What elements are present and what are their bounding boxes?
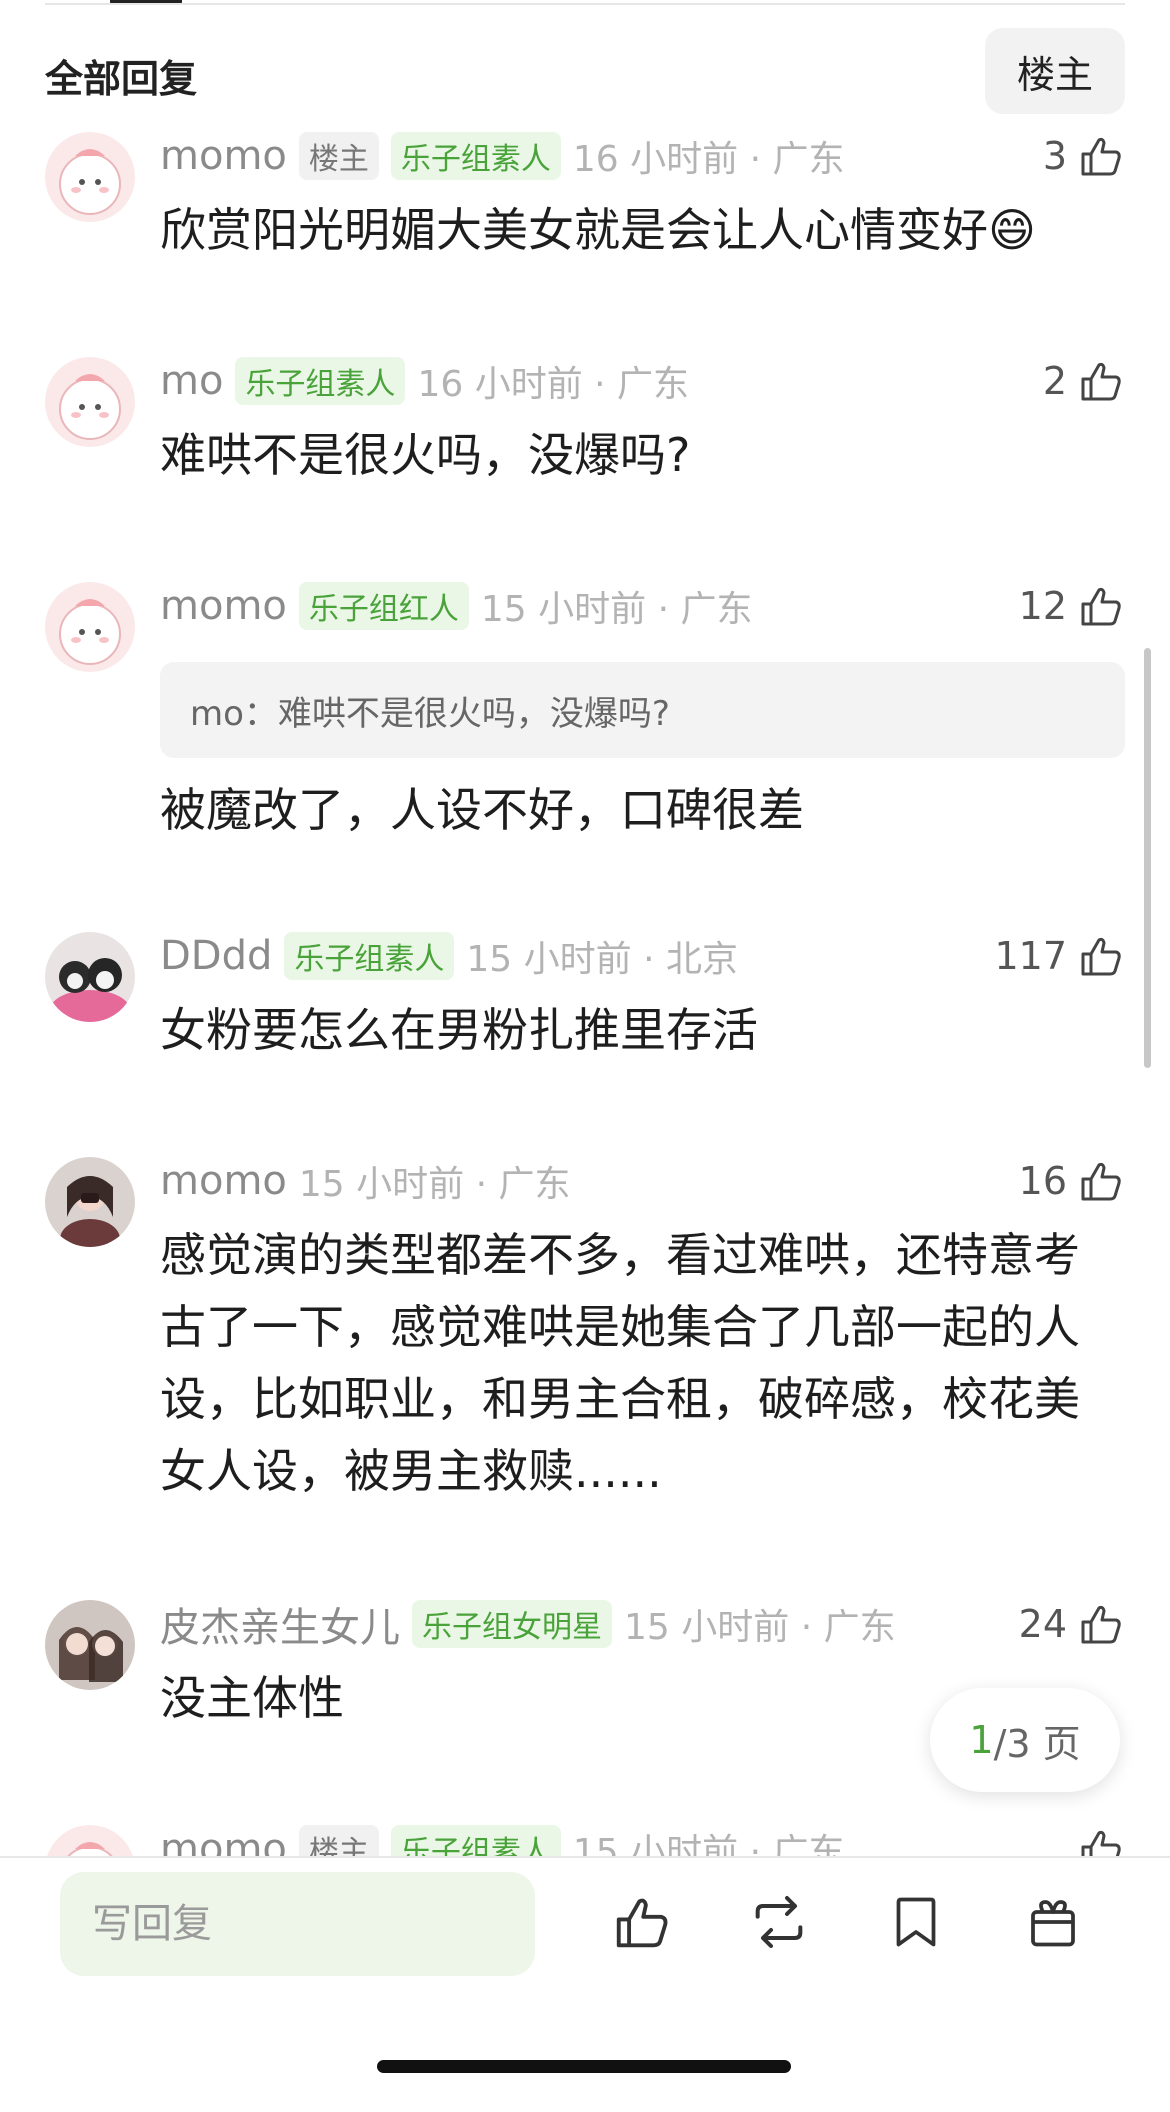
comment-time: 15 小时前 · 广东 <box>624 1607 896 1648</box>
comment-time: 16 小时前 · 广东 <box>417 364 690 405</box>
group-badge: 乐子组素人 <box>390 132 561 180</box>
comment-item: momo 楼主 乐子组素人 15 小时前 · 广东 <box>0 1807 1170 1856</box>
top-divider <box>45 3 1125 5</box>
comment-text: 被魔改了，人设不好，口碑很差 <box>160 783 804 837</box>
like-button[interactable]: 2 <box>1043 353 1125 409</box>
current-page: 1 <box>969 1718 994 1762</box>
like-count: 117 <box>994 934 1067 978</box>
like-count: 16 <box>1018 1159 1067 1203</box>
comment-item: DDdd 乐子组素人 15 小时前 · 北京 117 女粉要怎么在男粉扎推里存活 <box>0 914 1170 1124</box>
like-button[interactable]: 24 <box>1019 1596 1125 1652</box>
thumbs-up-icon <box>1077 1825 1125 1856</box>
comment-time: 15 小时前 · 北京 <box>466 939 738 980</box>
avatar[interactable] <box>45 582 135 672</box>
avatar[interactable] <box>45 357 135 447</box>
page-indicator[interactable]: 1/3 页 <box>930 1688 1120 1792</box>
bookmark-button[interactable] <box>874 1882 958 1966</box>
thumbs-up-icon <box>611 1891 673 1957</box>
avatar[interactable] <box>45 1600 135 1690</box>
repost-icon <box>747 1890 811 1958</box>
username[interactable]: momo <box>160 1826 287 1856</box>
avatar[interactable] <box>45 1157 135 1247</box>
avatar[interactable] <box>45 132 135 222</box>
comment-time: 15 小时前 · 广东 <box>480 589 753 630</box>
owner-only-button[interactable]: 楼主 <box>985 28 1125 114</box>
thumbs-up-icon <box>1077 1600 1125 1648</box>
username[interactable]: mo <box>160 358 223 404</box>
group-badge: 乐子组素人 <box>390 1825 561 1856</box>
owner-badge: 楼主 <box>298 1825 379 1856</box>
group-badge: 乐子组红人 <box>298 582 469 630</box>
total-pages: /3 页 <box>993 1721 1081 1766</box>
comment-meta: mo 乐子组素人 16 小时前 · 广东 <box>160 353 689 409</box>
comment-item: mo 乐子组素人 16 小时前 · 广东 2 难哄不是很火吗，没爆吗? <box>0 339 1170 549</box>
like-count: 2 <box>1042 359 1067 403</box>
comment-meta: momo 乐子组红人 15 小时前 · 广东 <box>160 578 752 634</box>
thumbs-up-icon <box>1077 357 1125 405</box>
gift-icon <box>1023 1892 1083 1956</box>
repost-button[interactable] <box>737 1882 821 1966</box>
like-button[interactable]: 117 <box>994 928 1125 984</box>
thumbs-up-icon <box>1077 932 1125 980</box>
comment-time: 16 小时前 · 广东 <box>572 139 845 180</box>
quoted-reply[interactable]: mo：难哄不是很火吗，没爆吗? <box>160 662 1125 758</box>
comment-item: momo 乐子组红人 15 小时前 · 广东 12 mo：难哄不是很火吗，没爆吗… <box>0 564 1170 864</box>
username[interactable]: 皮杰亲生女儿 <box>160 1595 400 1653</box>
comment-time: 15 小时前 · 广东 <box>572 1832 845 1856</box>
comment-text: 欣赏阳光明媚大美女就是会让人心情变好😄 <box>160 203 1036 257</box>
like-count: 12 <box>1018 584 1067 628</box>
group-badge: 乐子组素人 <box>235 357 406 405</box>
avatar[interactable] <box>45 932 135 1022</box>
bookmark-icon <box>886 1892 946 1956</box>
like-count: 24 <box>1018 1602 1067 1646</box>
comment-text: 难哄不是很火吗，没爆吗? <box>160 428 691 482</box>
like-button[interactable]: 16 <box>1019 1153 1125 1209</box>
like-count: 3 <box>1042 134 1067 178</box>
like-button[interactable]: 3 <box>1043 128 1125 184</box>
comment-meta: momo 楼主 乐子组素人 15 小时前 · 广东 <box>160 1821 844 1856</box>
comment-meta: momo 楼主 乐子组素人 16 小时前 · 广东 <box>160 128 844 184</box>
thumbs-up-icon <box>1077 132 1125 180</box>
like-post-button[interactable] <box>600 1882 684 1966</box>
username[interactable]: momo <box>160 133 287 179</box>
username[interactable]: momo <box>160 1158 287 1204</box>
group-badge: 乐子组素人 <box>284 932 455 980</box>
comment-text: 女粉要怎么在男粉扎推里存活 <box>160 1003 758 1057</box>
comment-meta: DDdd 乐子组素人 15 小时前 · 北京 <box>160 928 738 984</box>
bottom-action-bar <box>0 1858 1170 2112</box>
page-title: 全部回复 <box>45 57 198 101</box>
home-indicator[interactable] <box>377 2060 791 2073</box>
gift-button[interactable] <box>1011 1882 1095 1966</box>
comment-meta: momo 15 小时前 · 广东 <box>160 1153 570 1209</box>
replies-header: 全部回复 楼主 <box>45 28 1125 114</box>
comment-time: 15 小时前 · 广东 <box>298 1164 571 1205</box>
like-button[interactable] <box>1077 1821 1125 1856</box>
comment-text: 感觉演的类型都差不多，看过难哄，还特意考古了一下，感觉难哄是她集合了几部一起的人… <box>160 1228 1080 1498</box>
thumbs-up-icon <box>1077 582 1125 630</box>
comment-list: momo 楼主 乐子组素人 16 小时前 · 广东 3 欣赏阳光明媚大美女就是会… <box>0 114 1170 1856</box>
scrollbar[interactable] <box>1144 648 1151 1068</box>
username[interactable]: DDdd <box>160 933 272 979</box>
username[interactable]: momo <box>160 583 287 629</box>
like-button[interactable]: 12 <box>1019 578 1125 634</box>
comment-item: momo 楼主 乐子组素人 16 小时前 · 广东 3 欣赏阳光明媚大美女就是会… <box>0 114 1170 324</box>
thumbs-up-icon <box>1077 1157 1125 1205</box>
comment-item: momo 15 小时前 · 广东 16 感觉演的类型都差不多，看过难哄，还特意考… <box>0 1139 1170 1539</box>
owner-badge: 楼主 <box>298 132 379 180</box>
avatar[interactable] <box>45 1825 135 1856</box>
group-badge: 乐子组女明星 <box>412 1600 612 1648</box>
comment-meta: 皮杰亲生女儿 乐子组女明星 15 小时前 · 广东 <box>160 1596 896 1652</box>
reply-input[interactable] <box>60 1872 535 1976</box>
